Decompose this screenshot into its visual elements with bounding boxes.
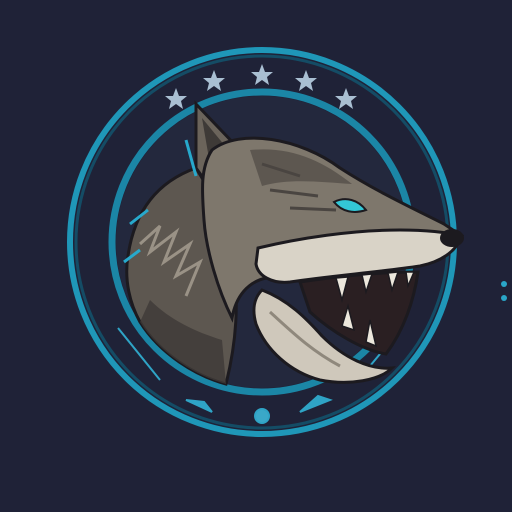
ring-dot [254,408,270,424]
star-icon [251,64,273,85]
wolf-nose [440,229,464,247]
wolf-emblem [67,47,464,437]
canvas [0,0,512,512]
star-icon [295,70,317,91]
arrow-icon [185,399,213,413]
star-icon [165,88,187,109]
star-icon [203,70,225,91]
star-icon [335,88,357,109]
arrow-icon [299,394,333,413]
edge-mark [501,281,507,301]
